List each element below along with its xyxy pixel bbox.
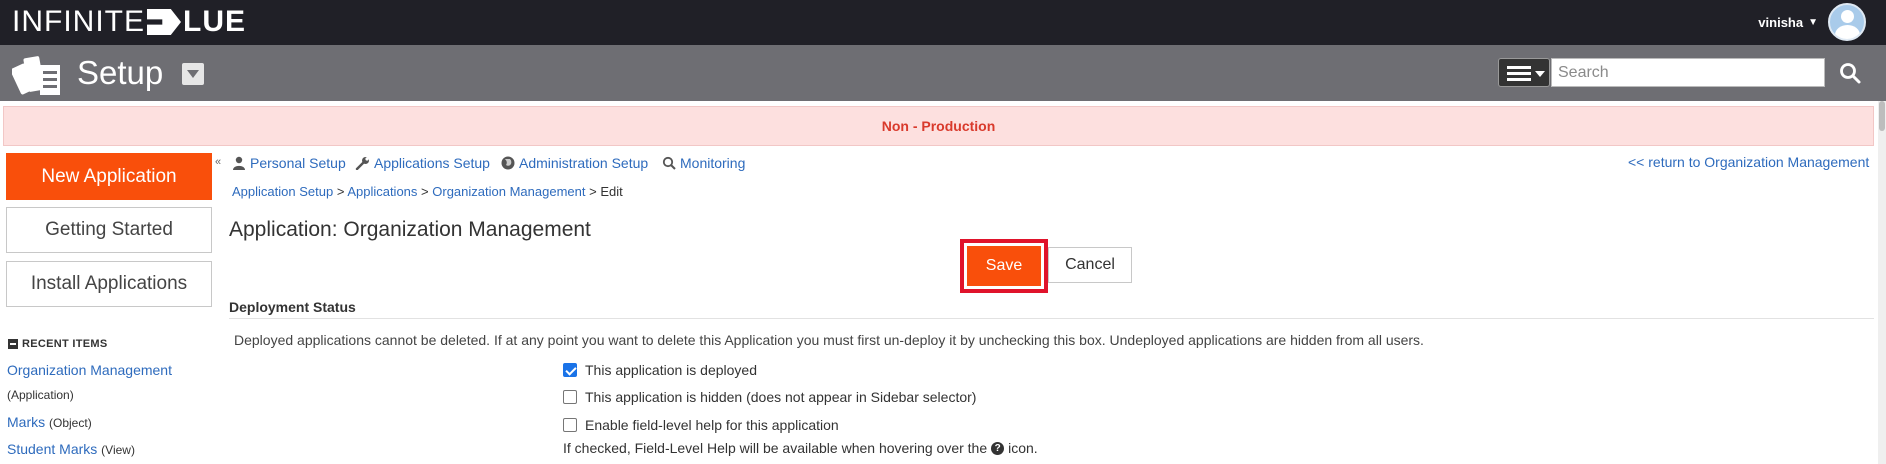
page-title: Application: Organization Management — [229, 218, 591, 241]
new-application-button[interactable]: New Application — [6, 153, 212, 200]
logo-b-mark — [147, 9, 181, 35]
hidden-label: This application is hidden (does not app… — [585, 389, 977, 405]
caret-down-icon: ▼ — [1808, 16, 1818, 28]
breadcrumb-separator: > — [589, 184, 597, 199]
breadcrumb-current: Edit — [600, 184, 623, 199]
recent-item-name[interactable]: Marks — [7, 414, 45, 430]
search-input[interactable] — [1551, 58, 1825, 87]
nav-monitoring[interactable]: Monitoring — [662, 154, 745, 172]
breadcrumb: Application Setup > Applications > Organ… — [232, 184, 623, 199]
deployed-label: This application is deployed — [585, 362, 757, 378]
field-help-option[interactable]: Enable field-level help for this applica… — [563, 416, 839, 434]
breadcrumb-applications[interactable]: Applications — [347, 184, 417, 199]
wrench-icon — [355, 157, 369, 170]
deployment-description: Deployed applications cannot be deleted.… — [234, 332, 1424, 348]
menu-button[interactable] — [1498, 58, 1550, 87]
globe-icon — [501, 156, 515, 170]
nav-monitoring-label: Monitoring — [680, 155, 746, 171]
person-icon — [233, 156, 245, 170]
deployed-option[interactable]: This application is deployed — [563, 361, 757, 379]
brand-logo[interactable]: INFINITE LUE — [12, 7, 246, 37]
nav-personal-setup[interactable]: Personal Setup — [232, 154, 346, 172]
recent-item-marks[interactable]: Marks (Object) — [7, 414, 92, 430]
chevron-down-icon — [1535, 71, 1545, 77]
logo-text-thin: INFINITE — [12, 5, 145, 38]
nav-applications-setup[interactable]: Applications Setup — [355, 154, 490, 172]
recent-items-title: RECENT ITEMS — [22, 338, 108, 350]
setup-dropdown-button[interactable] — [182, 63, 204, 85]
user-name: vinisha — [1758, 14, 1804, 30]
recent-item-kind: (View) — [101, 443, 135, 457]
field-help-label: Enable field-level help for this applica… — [585, 417, 839, 433]
magnifier-icon — [662, 156, 676, 170]
breadcrumb-separator: > — [421, 184, 429, 199]
collapse-minus-icon — [8, 339, 18, 349]
recent-item-organization-management[interactable]: Organization Management — [7, 362, 172, 378]
breadcrumb-application-setup[interactable]: Application Setup — [232, 184, 333, 199]
field-help-note-text: If checked, Field-Level Help will be ava… — [563, 440, 988, 456]
environment-banner: Non - Production — [3, 106, 1874, 146]
breadcrumb-organization-management[interactable]: Organization Management — [432, 184, 585, 199]
avatar[interactable] — [1828, 3, 1866, 41]
save-button-highlight: Save — [960, 239, 1048, 293]
recent-item-kind: (Object) — [49, 416, 92, 430]
save-button[interactable]: Save — [967, 246, 1041, 286]
hidden-option[interactable]: This application is hidden (does not app… — [563, 388, 976, 406]
hidden-checkbox[interactable] — [563, 390, 577, 404]
recent-item-student-marks[interactable]: Student Marks (View) — [7, 441, 135, 457]
user-menu[interactable]: vinisha ▼ — [1758, 2, 1866, 42]
nav-administration-setup[interactable]: Administration Setup — [501, 154, 648, 172]
hamburger-icon — [1507, 66, 1531, 82]
setup-app-icon — [12, 56, 60, 95]
recent-items-header[interactable]: RECENT ITEMS — [8, 338, 108, 350]
setup-header: Setup — [0, 45, 1886, 101]
field-help-note-tail: icon. — [1008, 440, 1038, 456]
breadcrumb-separator: > — [336, 184, 345, 199]
recent-item-name[interactable]: Student Marks — [7, 441, 97, 457]
nav-personal-setup-label: Personal Setup — [250, 155, 346, 171]
return-link[interactable]: << return to Organization Management — [1628, 154, 1869, 170]
nav-administration-setup-label: Administration Setup — [519, 155, 649, 171]
field-help-note: If checked, Field-Level Help will be ava… — [563, 440, 1038, 456]
field-help-checkbox[interactable] — [563, 418, 577, 432]
question-icon: ? — [991, 441, 1005, 455]
search-icon[interactable] — [1838, 61, 1862, 85]
nav-applications-setup-label: Applications Setup — [374, 155, 490, 171]
cancel-button[interactable]: Cancel — [1048, 247, 1132, 283]
section-divider — [229, 318, 1874, 319]
top-bar: INFINITE LUE vinisha ▼ — [0, 0, 1886, 45]
setup-title: Setup — [77, 54, 164, 91]
deployed-checkbox[interactable] — [563, 363, 577, 377]
collapse-sidebar-icon[interactable]: « — [215, 156, 221, 168]
logo-text-bold: LUE — [183, 5, 246, 38]
install-applications-button[interactable]: Install Applications — [6, 261, 212, 307]
getting-started-button[interactable]: Getting Started — [6, 207, 212, 253]
recent-item-kind: (Application) — [7, 388, 74, 402]
page-scrollbar[interactable] — [1878, 101, 1886, 464]
section-title-deployment-status: Deployment Status — [229, 299, 356, 315]
